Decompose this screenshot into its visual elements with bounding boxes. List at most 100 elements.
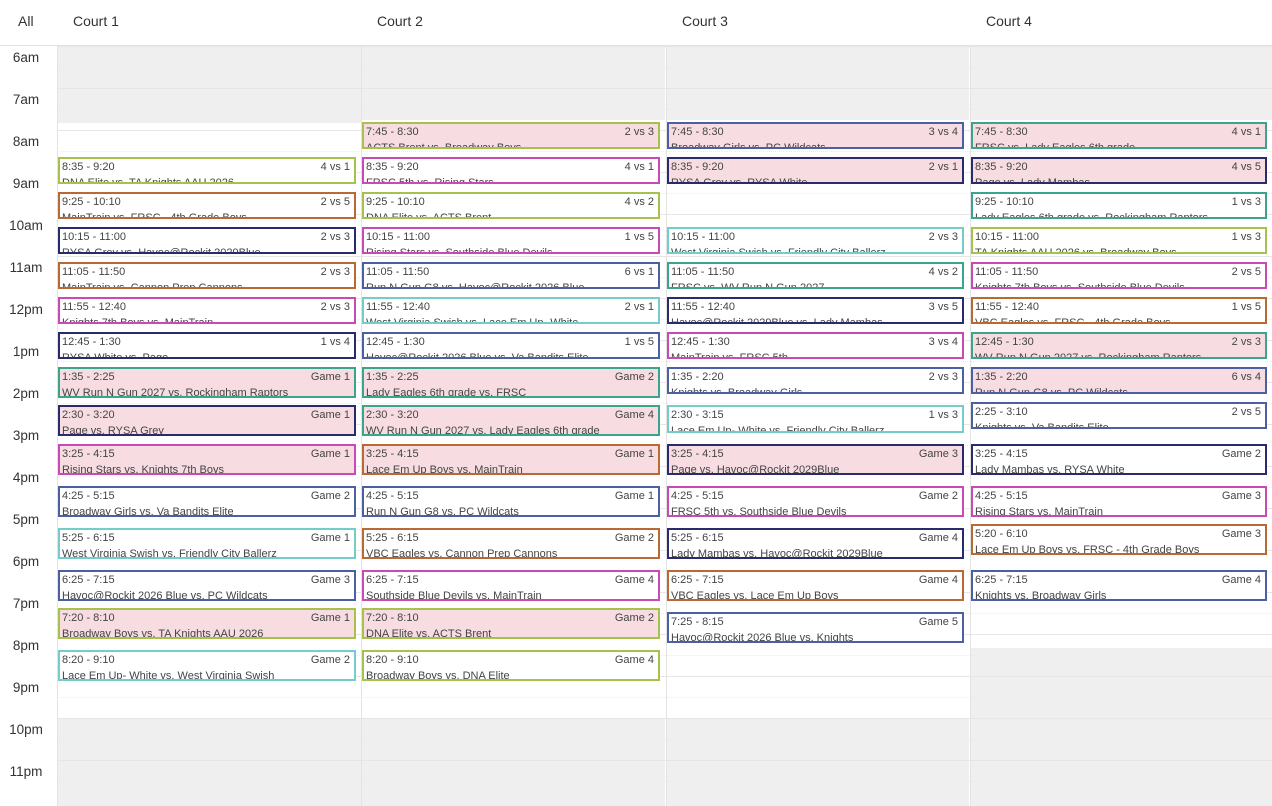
game-event[interactable]: 8:35 - 9:20 4 vs 1 FRSC 5th vs. Rising Sta… bbox=[362, 156, 660, 184]
game-event[interactable]: 6:25 - 7:15 Game 4 Southside Blue Devils v… bbox=[362, 569, 660, 601]
court-2-header[interactable]: Court 2 bbox=[377, 13, 423, 29]
game-event[interactable]: 3:25 - 4:15 Game 2 Lady Mambas vs. RYSA Wh… bbox=[971, 443, 1267, 475]
game-event[interactable]: 7:45 - 8:30 4 vs 1 FRSC vs. Lady Eagles 6t… bbox=[971, 121, 1267, 149]
game-event[interactable]: 3:25 - 4:15 Game 1 Lace Em Up Boys vs. Mai… bbox=[362, 443, 660, 475]
game-event[interactable]: 6:25 - 7:15 Game 4 VBC Eagles vs. Lace Em … bbox=[667, 569, 964, 601]
game-event[interactable]: 5:20 - 6:10 Game 3 Lace Em Up Boys vs. FRS… bbox=[971, 524, 1267, 555]
game-event[interactable]: 7:45 - 8:30 2 vs 3 ACTS Brent vs. Broadway… bbox=[362, 121, 660, 149]
court-3-header[interactable]: Court 3 bbox=[682, 13, 728, 29]
event-time: 12:45 - 1:30 bbox=[366, 335, 425, 348]
game-event[interactable]: 5:25 - 6:15 Game 1 West Virginia Swish vs.… bbox=[58, 527, 356, 559]
event-time: 5:25 - 6:15 bbox=[671, 531, 724, 544]
event-matchup-label: Game 1 bbox=[310, 409, 350, 421]
event-teams: Lace Em Up Boys vs. FRSC - 4th Grade Boy… bbox=[975, 544, 1200, 555]
game-event[interactable]: 12:45 - 1:30 1 vs 5 Havoc@Rockit 2026 Blue… bbox=[362, 331, 660, 359]
game-event[interactable]: 1:35 - 2:20 6 vs 4 Run N Gun G8 vs. PC Wil… bbox=[971, 366, 1267, 394]
game-event[interactable]: 11:05 - 11:50 4 vs 2 FRSC vs. WV Run N Gun… bbox=[667, 261, 964, 289]
event-teams: VBC Eagles vs. Lace Em Up Boys bbox=[671, 589, 839, 601]
game-event[interactable]: 11:55 - 12:40 2 vs 3 Knights 7th Boys vs. … bbox=[58, 296, 356, 324]
all-courts-tab[interactable]: All bbox=[18, 13, 34, 29]
game-event[interactable]: 6:25 - 7:15 Game 4 Knights vs. Broadway Gi… bbox=[971, 569, 1267, 601]
game-event[interactable]: 7:20 - 8:10 Game 2 DNA Elite vs. ACTS Bren… bbox=[362, 608, 660, 639]
event-time: 11:05 - 11:50 bbox=[366, 265, 430, 278]
event-teams: Broadway Girls vs. PC Wildcats bbox=[671, 141, 826, 149]
game-event[interactable]: 4:25 - 5:15 Game 2 Broadway Girls vs. Va B… bbox=[58, 485, 356, 517]
half-hour-gridline bbox=[57, 109, 1272, 110]
game-event[interactable]: 4:25 - 5:15 Game 1 Run N Gun G8 vs. PC Wil… bbox=[362, 485, 660, 517]
game-event[interactable]: 9:25 - 10:10 2 vs 5 MainTrain vs. FRSC - 4… bbox=[58, 191, 356, 219]
event-matchup-label: Game 1 bbox=[614, 447, 654, 460]
event-time: 8:35 - 9:20 bbox=[62, 160, 115, 173]
event-time: 8:35 - 9:20 bbox=[975, 160, 1028, 173]
game-event[interactable]: 4:25 - 5:15 Game 3 Rising Stars vs. MainTr… bbox=[971, 485, 1267, 517]
game-event[interactable]: 8:35 - 9:20 2 vs 1 RYSA Grey vs. RYSA Whit… bbox=[667, 156, 964, 184]
game-event[interactable]: 9:25 - 10:10 4 vs 2 DNA Elite vs. ACTS Bre… bbox=[362, 191, 660, 219]
closed-hours-block bbox=[57, 46, 361, 123]
game-event[interactable]: 10:15 - 11:00 1 vs 3 TA Knights AAU 2026 v… bbox=[971, 226, 1267, 254]
game-event[interactable]: 6:25 - 7:15 Game 3 Havoc@Rockit 2026 Blue … bbox=[58, 569, 356, 601]
game-event[interactable]: 10:15 - 11:00 2 vs 3 RYSA Grey vs. Havoc@R… bbox=[58, 226, 356, 254]
event-teams: TA Knights AAU 2026 vs. Broadway Boys bbox=[975, 246, 1177, 254]
event-teams: WV Run N Gun 2027 vs. Rockingham Raptors bbox=[62, 386, 289, 398]
hour-label: 6am bbox=[12, 50, 40, 65]
game-event[interactable]: 5:25 - 6:15 Game 4 Lady Mambas vs. Havoc@R… bbox=[667, 527, 964, 559]
game-event[interactable]: 7:25 - 8:15 Game 5 Havoc@Rockit 2026 Blue … bbox=[667, 611, 964, 643]
event-matchup-label: 2 vs 3 bbox=[320, 265, 350, 278]
court-1-header[interactable]: Court 1 bbox=[73, 13, 119, 29]
event-time: 9:25 - 10:10 bbox=[62, 195, 121, 208]
game-event[interactable]: 4:25 - 5:15 Game 2 FRSC 5th vs. Southside … bbox=[667, 485, 964, 517]
event-time: 11:55 - 12:40 bbox=[671, 300, 736, 313]
game-event[interactable]: 8:35 - 9:20 4 vs 5 Page vs. Lady Mambas bbox=[971, 156, 1267, 184]
event-teams: MainTrain vs. Cannon Prep Cannons bbox=[62, 281, 243, 289]
event-matchup-label: 4 vs 2 bbox=[624, 195, 654, 208]
game-event[interactable]: 2:30 - 3:20 Game 1 Page vs. RYSA Grey bbox=[58, 405, 356, 436]
game-event[interactable]: 12:45 - 1:30 2 vs 3 WV Run N Gun 2027 vs. … bbox=[971, 331, 1267, 359]
event-matchup-label: 4 vs 1 bbox=[624, 160, 654, 173]
game-event[interactable]: 2:25 - 3:10 2 vs 5 Knights vs. Va Bandits … bbox=[971, 401, 1267, 429]
event-matchup-label: Game 1 bbox=[310, 370, 350, 383]
game-event[interactable]: 1:35 - 2:25 Game 1 WV Run N Gun 2027 vs. R… bbox=[58, 366, 356, 398]
hour-label: 10pm bbox=[9, 722, 43, 737]
game-event[interactable]: 5:25 - 6:15 Game 2 VBC Eagles vs. Cannon P… bbox=[362, 527, 660, 559]
event-teams: DNA Elite vs. ACTS Brent bbox=[366, 628, 492, 639]
event-teams: Broadway Boys vs. DNA Elite bbox=[366, 670, 510, 681]
event-teams: Knights vs. Va Bandits Elite bbox=[975, 421, 1109, 429]
game-event[interactable]: 11:55 - 12:40 3 vs 5 Havoc@Rockit 2029Blue… bbox=[667, 296, 964, 324]
game-event[interactable]: 11:05 - 11:50 2 vs 5 Knights 7th Boys vs. … bbox=[971, 261, 1267, 289]
game-event[interactable]: 7:45 - 8:30 3 vs 4 Broadway Girls vs. PC W… bbox=[667, 121, 964, 149]
game-event[interactable]: 9:25 - 10:10 1 vs 3 Lady Eagles 6th grade … bbox=[971, 191, 1267, 219]
event-time: 10:15 - 11:00 bbox=[366, 230, 431, 243]
game-event[interactable]: 3:25 - 4:15 Game 1 Rising Stars vs. Knight… bbox=[58, 443, 356, 475]
game-event[interactable]: 11:05 - 11:50 6 vs 1 Run N Gun G8 vs. Havo… bbox=[362, 261, 660, 289]
closed-hours-block bbox=[57, 718, 361, 806]
game-event[interactable]: 2:30 - 3:20 Game 4 WV Run N Gun 2027 vs. L… bbox=[362, 405, 660, 436]
game-event[interactable]: 3:25 - 4:15 Game 3 Page vs. Havoc@Rockit 2… bbox=[667, 443, 964, 475]
event-matchup-label: 1 vs 4 bbox=[320, 335, 350, 348]
game-event[interactable]: 12:45 - 1:30 3 vs 4 MainTrain vs. FRSC 5th bbox=[667, 331, 964, 359]
game-event[interactable]: 1:35 - 2:20 2 vs 3 Knights vs. Broadway Gi… bbox=[667, 366, 964, 394]
half-hour-gridline bbox=[57, 151, 1272, 152]
game-event[interactable]: 11:55 - 12:40 2 vs 1 West Virginia Swish v… bbox=[362, 296, 660, 324]
game-event[interactable]: 7:20 - 8:10 Game 1 Broadway Boys vs. TA Kn… bbox=[58, 608, 356, 639]
court-4-header[interactable]: Court 4 bbox=[986, 13, 1032, 29]
game-event[interactable]: 11:55 - 12:40 1 vs 5 VBC Eagles vs. FRSC -… bbox=[971, 296, 1267, 324]
event-matchup-label: 2 vs 3 bbox=[624, 125, 654, 138]
game-event[interactable]: 11:05 - 11:50 2 vs 3 MainTrain vs. Cannon … bbox=[58, 261, 356, 289]
game-event[interactable]: 8:20 - 9:10 Game 4 Broadway Boys vs. DNA E… bbox=[362, 650, 660, 681]
event-time: 8:20 - 9:10 bbox=[366, 654, 419, 666]
game-event[interactable]: 8:20 - 9:10 Game 2 Lace Em Up- White vs. W… bbox=[58, 650, 356, 681]
game-event[interactable]: 10:15 - 11:00 2 vs 3 West Virginia Swish v… bbox=[667, 226, 964, 254]
event-matchup-label: Game 3 bbox=[1221, 489, 1261, 502]
event-matchup-label: Game 2 bbox=[1221, 447, 1261, 460]
game-event[interactable]: 2:30 - 3:15 1 vs 3 Lace Em Up- White vs. F… bbox=[667, 405, 964, 433]
game-event[interactable]: 1:35 - 2:25 Game 2 Lady Eagles 6th grade v… bbox=[362, 366, 660, 398]
hour-label: 8am bbox=[12, 134, 40, 149]
game-event[interactable]: 8:35 - 9:20 4 vs 1 DNA Elite vs. TA Knight… bbox=[58, 156, 356, 184]
event-matchup-label: 2 vs 3 bbox=[928, 370, 958, 383]
game-event[interactable]: 12:45 - 1:30 1 vs 4 RYSA White vs. Page bbox=[58, 331, 356, 359]
hour-label: 3pm bbox=[12, 428, 40, 443]
game-event[interactable]: 10:15 - 11:00 1 vs 5 Rising Stars vs. Sout… bbox=[362, 226, 660, 254]
hour-label: 4pm bbox=[12, 470, 40, 485]
hour-label: 11pm bbox=[9, 764, 43, 779]
event-time: 3:25 - 4:15 bbox=[366, 447, 419, 460]
